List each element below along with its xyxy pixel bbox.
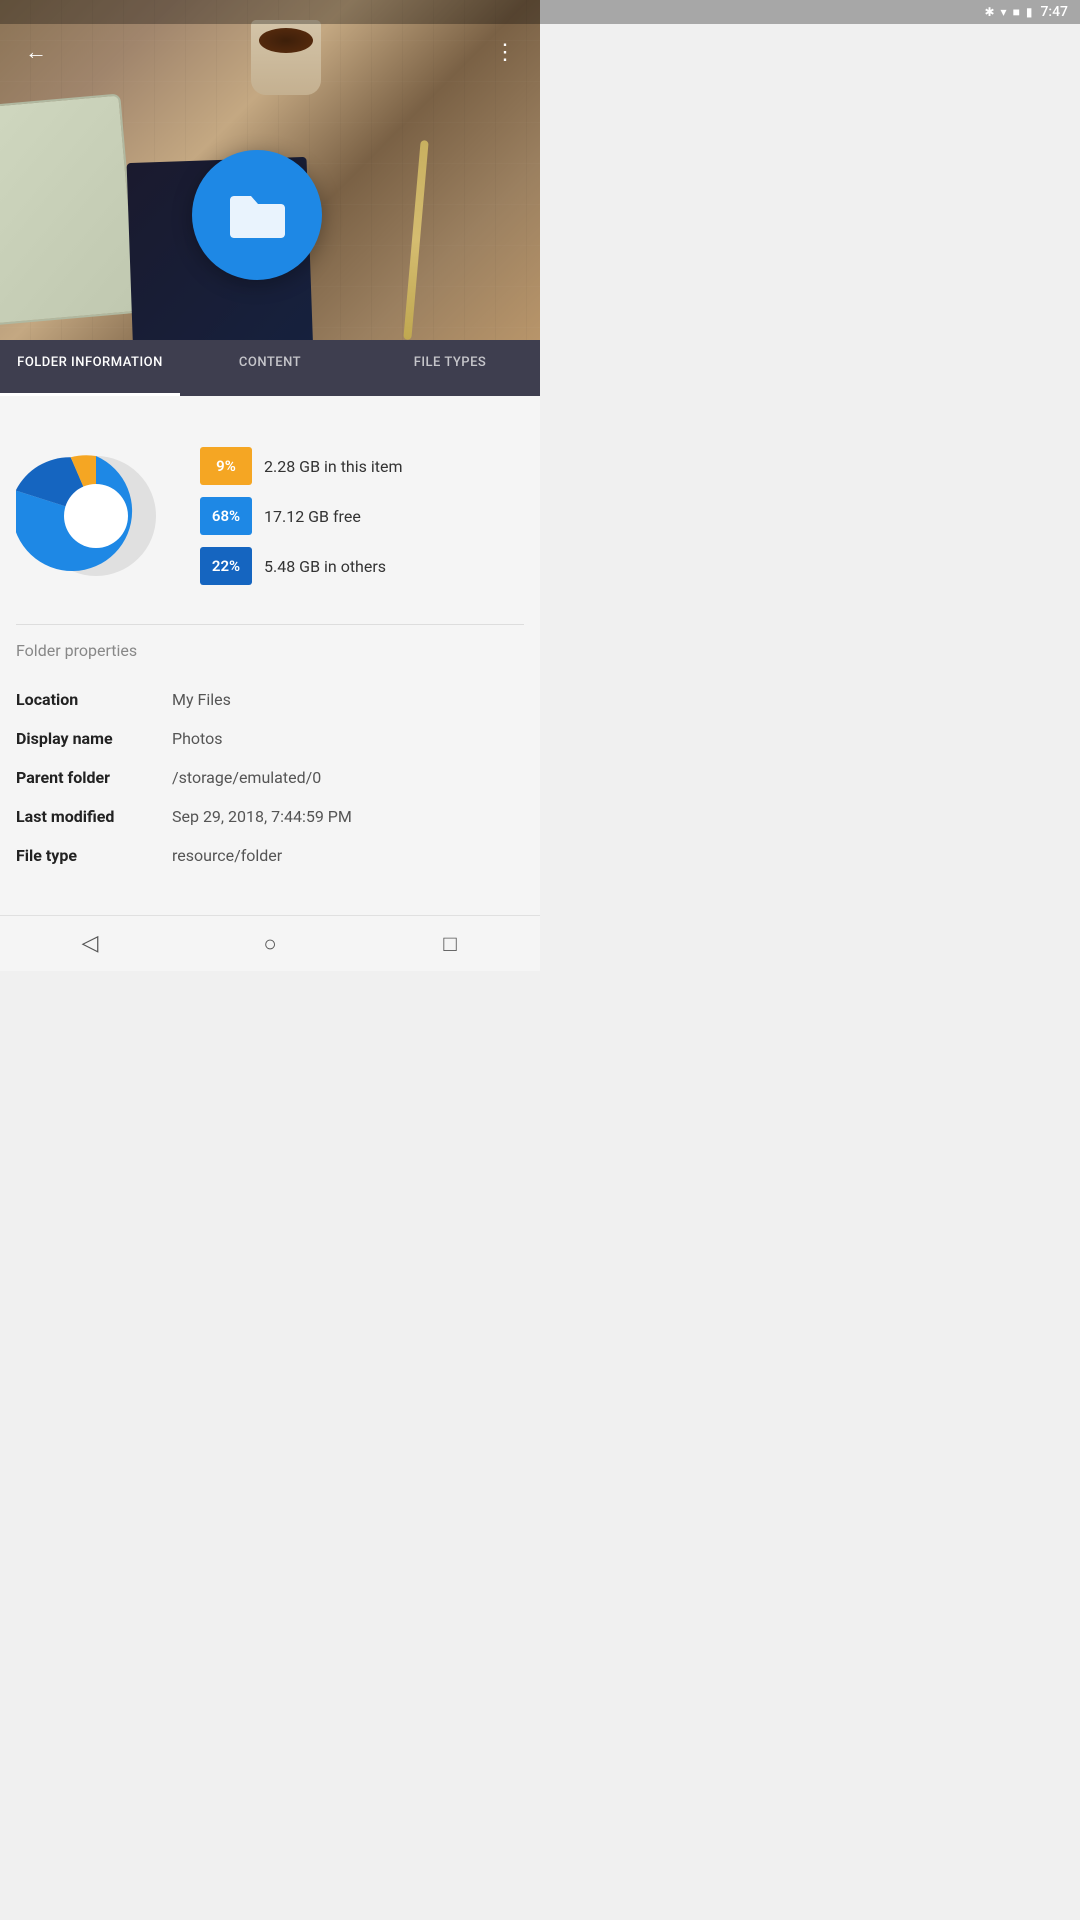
nav-recent-icon: □ [443,931,456,957]
nav-home-icon: ○ [263,931,276,957]
property-key-parent-folder: Parent folder [16,768,156,787]
tab-content-label: CONTENT [239,355,301,382]
tab-active-indicator [0,393,180,396]
donut-svg [16,436,176,596]
hero-image: ← ⋮ [0,0,540,340]
tab-folder-information-label: FOLDER INFORMATION [17,355,163,382]
legend-text-1: 17.12 GB free [264,507,361,526]
legend-item-0: 9% 2.28 GB in this item [200,447,524,485]
property-value-last-modified: Sep 29, 2018, 7:44:59 PM [172,807,524,826]
property-value-location: My Files [172,690,524,709]
coffee-cup-decoration [246,20,326,110]
legend-item-1: 68% 17.12 GB free [200,497,524,535]
status-bar: ✱ ▾ ■ ▮ 7:47 [0,0,1080,24]
folder-icon-circle [192,150,322,280]
property-key-location: Location [16,690,156,709]
battery-icon: ▮ [1026,5,1033,19]
folder-icon [225,188,290,243]
property-value-file-type: resource/folder [172,846,524,865]
nav-back-button[interactable]: ◁ [65,919,115,969]
property-key-last-modified: Last modified [16,807,156,826]
wifi-icon: ▾ [1001,5,1007,19]
property-row-file-type: File type resource/folder [16,836,524,875]
property-row-parent-folder: Parent folder /storage/emulated/0 [16,758,524,797]
property-key-display-name: Display name [16,729,156,748]
nav-back-icon: ◁ [82,931,99,956]
back-arrow-icon: ← [25,39,47,65]
property-value-display-name: Photos [172,729,524,748]
property-row-display-name: Display name Photos [16,719,524,758]
tab-content[interactable]: CONTENT [180,340,360,396]
nav-recent-button[interactable]: □ [425,919,475,969]
property-row-last-modified: Last modified Sep 29, 2018, 7:44:59 PM [16,797,524,836]
more-options-button[interactable]: ⋮ [484,32,524,72]
bluetooth-icon: ✱ [984,5,994,19]
tab-folder-information[interactable]: FOLDER INFORMATION [0,340,180,396]
chart-section: 9% 2.28 GB in this item 68% 17.12 GB fre… [16,416,524,620]
nav-home-button[interactable]: ○ [245,919,295,969]
legend-badge-0: 9% [200,447,252,485]
tab-bar: FOLDER INFORMATION CONTENT FILE TYPES [0,340,540,396]
signal-icon: ■ [1013,5,1020,19]
legend-text-0: 2.28 GB in this item [264,457,403,476]
properties-section: Folder properties Location My Files Disp… [16,641,524,895]
property-row-location: Location My Files [16,680,524,719]
pen-decoration [403,140,428,340]
content-area: 9% 2.28 GB in this item 68% 17.12 GB fre… [0,396,540,915]
status-time: 7:47 [1040,4,1068,20]
more-icon: ⋮ [494,40,514,65]
legend-badge-1: 68% [200,497,252,535]
property-key-file-type: File type [16,846,156,865]
donut-chart [16,436,176,596]
section-divider [16,624,524,625]
legend-badge-2: 22% [200,547,252,585]
status-icons: ✱ ▾ ■ ▮ [984,5,1032,19]
legend-item-2: 22% 5.48 GB in others [200,547,524,585]
property-value-parent-folder: /storage/emulated/0 [172,768,524,787]
chart-legend: 9% 2.28 GB in this item 68% 17.12 GB fre… [200,447,524,585]
tab-file-types-label: FILE TYPES [414,355,487,382]
properties-title: Folder properties [16,641,524,660]
bottom-nav: ◁ ○ □ [0,915,540,971]
back-button[interactable]: ← [16,32,56,72]
tab-file-types[interactable]: FILE TYPES [360,340,540,396]
legend-text-2: 5.48 GB in others [264,557,386,576]
laptop-decoration [0,93,139,326]
